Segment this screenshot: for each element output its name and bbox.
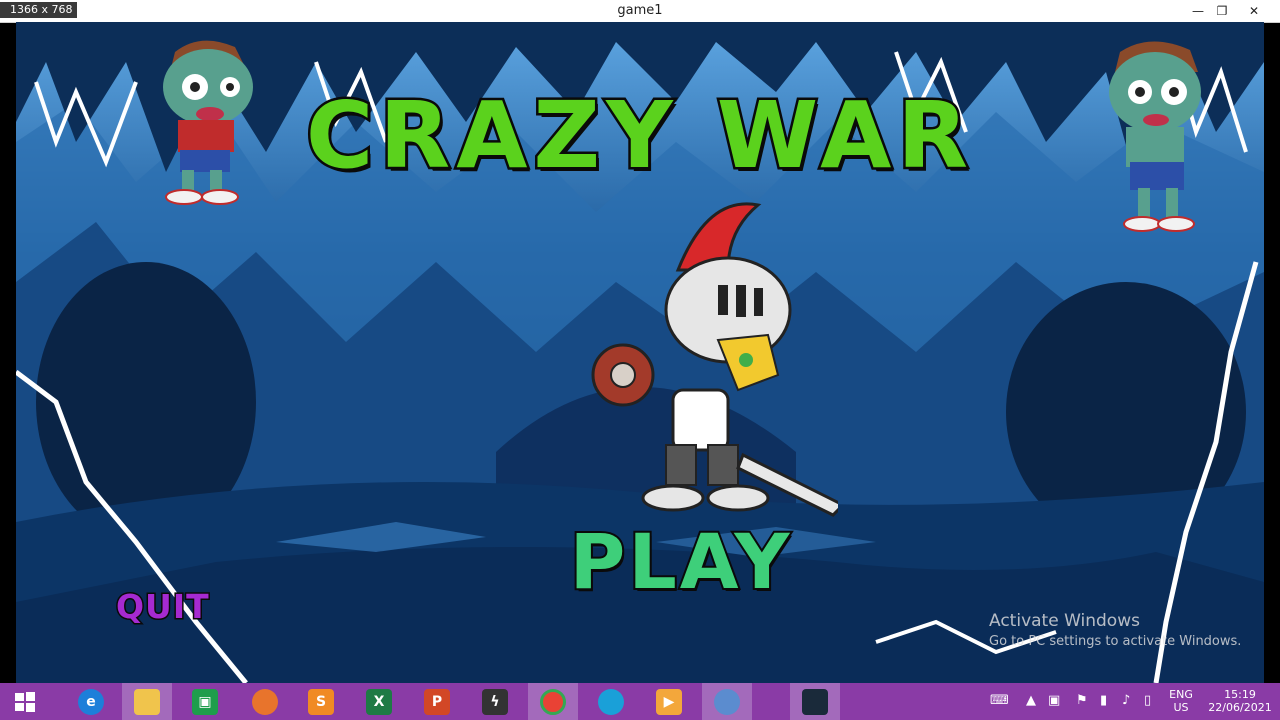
show-hidden-icons-icon[interactable]: ▲ <box>1026 693 1036 708</box>
store-icon: ▣ <box>192 688 218 715</box>
taskbar-excel[interactable]: X <box>354 683 404 720</box>
window-title: game1 <box>617 3 663 18</box>
chrome-icon <box>540 688 566 715</box>
activate-windows-title: Activate Windows <box>989 611 1140 631</box>
taskbar-sublime[interactable]: S <box>296 683 346 720</box>
volume-icon[interactable]: ♪ <box>1122 693 1130 708</box>
clock[interactable]: 15:19 22/06/2021 <box>1205 688 1275 714</box>
language-indicator[interactable]: ENG US <box>1165 688 1197 714</box>
taskbar-media[interactable]: ▶ <box>644 683 694 720</box>
game-icon <box>714 688 740 715</box>
clock-time: 15:19 <box>1224 688 1256 701</box>
network-icon[interactable]: ▮ <box>1100 693 1107 708</box>
taskbar-file-explorer[interactable] <box>122 683 172 720</box>
folder-icon <box>134 688 160 715</box>
taskbar-firefox[interactable] <box>240 683 290 720</box>
powerpoint-icon: P <box>424 688 450 715</box>
bolt-icon: ϟ <box>482 688 508 715</box>
knight-image <box>591 202 838 517</box>
taskbar-app-dark[interactable]: ϟ <box>470 683 520 720</box>
media-icon: ▶ <box>656 688 682 715</box>
window-titlebar: 1366 x 768 game1 — ❐ ✕ <box>0 0 1280 23</box>
quit-button[interactable]: QUIT <box>115 586 234 631</box>
start-button[interactable] <box>0 683 50 720</box>
edge-icon <box>598 688 624 715</box>
activate-windows-subtitle: Go to PC settings to activate Windows. <box>989 634 1242 649</box>
taskbar-edge[interactable] <box>586 683 636 720</box>
ie-icon: e <box>78 688 104 715</box>
play-button[interactable]: PLAY <box>536 515 826 608</box>
restore-button[interactable]: ❐ <box>1208 0 1236 22</box>
taskbar-game1-window[interactable] <box>790 683 840 720</box>
battery-icon[interactable]: ▯ <box>1144 693 1151 708</box>
taskbar: e ▣ S X P ϟ ▶ ⌨ ▲ ▣ ⚑ ▮ ♪ ▯ ENG US 15:19… <box>0 683 1280 720</box>
firefox-icon <box>252 688 278 715</box>
keyboard-icon[interactable]: ⌨ <box>990 693 1009 708</box>
close-button[interactable]: ✕ <box>1240 0 1268 22</box>
game-canvas: CRAZY WAR PLAY QUIT Activate Windows Go … <box>16 22 1264 683</box>
taskbar-game-app[interactable] <box>702 683 752 720</box>
excel-icon: X <box>366 688 392 715</box>
taskbar-powerpoint[interactable]: P <box>412 683 462 720</box>
windows-icon <box>12 689 38 715</box>
taskbar-ie[interactable]: e <box>66 683 116 720</box>
action-center-icon[interactable]: ⚑ <box>1076 693 1088 708</box>
tray-app-icon[interactable]: ▣ <box>1048 693 1060 708</box>
sublime-icon: S <box>308 688 334 715</box>
game-thumb-icon <box>802 688 828 715</box>
game-title: CRAZY WAR <box>303 80 975 192</box>
taskbar-chrome[interactable] <box>528 683 578 720</box>
taskbar-store[interactable]: ▣ <box>180 683 230 720</box>
region-code: US <box>1173 701 1189 714</box>
clock-date: 22/06/2021 <box>1208 701 1272 714</box>
language-code: ENG <box>1169 688 1193 701</box>
